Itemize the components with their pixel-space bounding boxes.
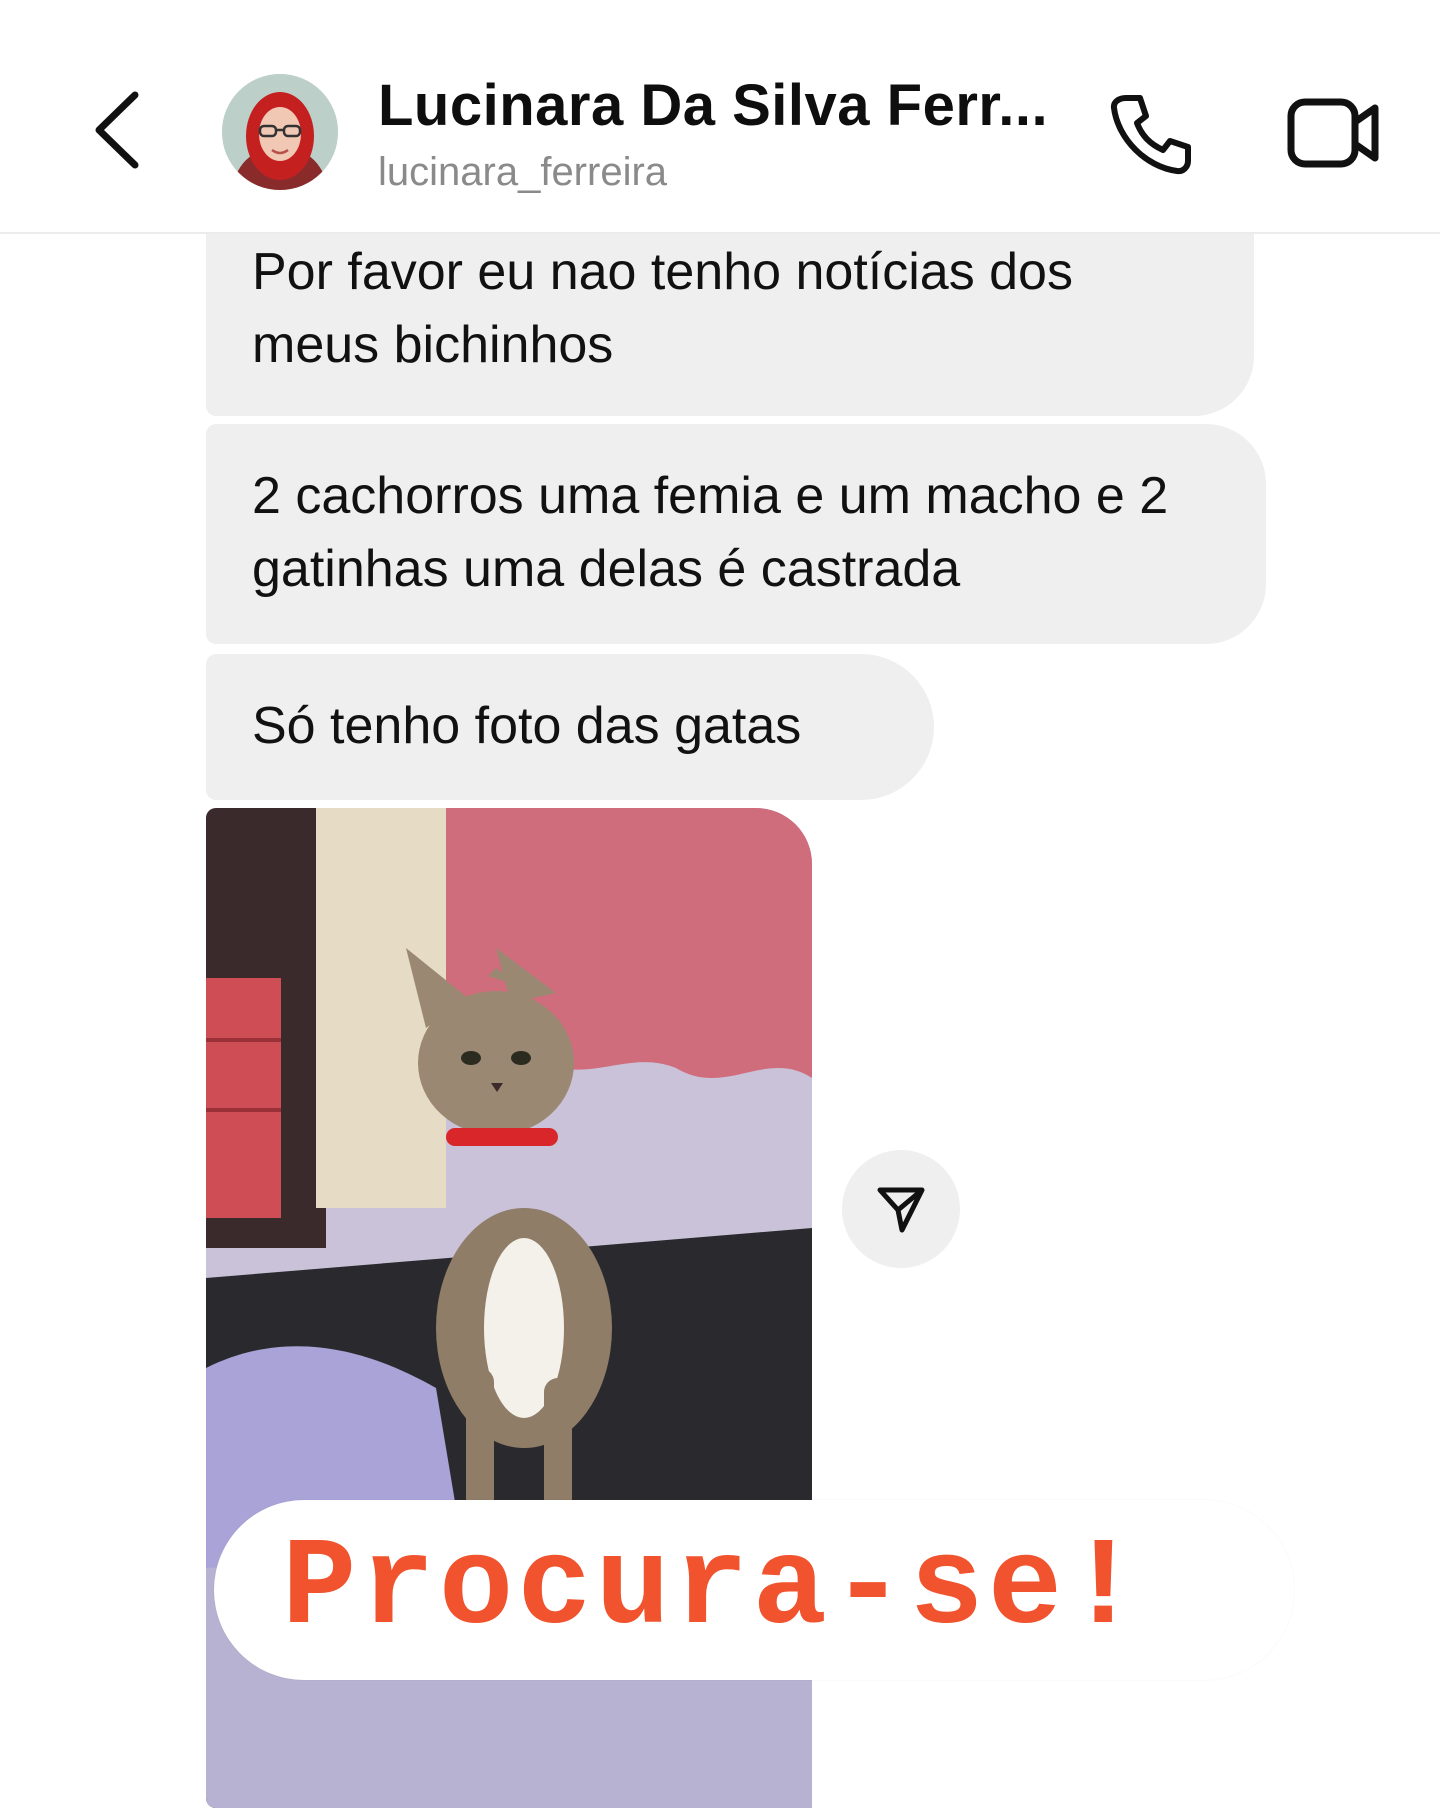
contact-name[interactable]: Lucinara Da Silva Ferr... <box>378 72 1048 139</box>
send-icon <box>877 1187 925 1233</box>
video-camera-icon <box>1287 98 1379 168</box>
message-text: Por favor eu nao tenho notícias dos meus… <box>252 243 1073 374</box>
call-button[interactable] <box>1106 88 1196 178</box>
message-bubble[interactable]: 2 cachorros uma femia e um macho e 2 gat… <box>206 424 1266 644</box>
share-button[interactable] <box>842 1150 960 1268</box>
back-button[interactable] <box>85 85 155 175</box>
contact-username: lucinara_ferreira <box>378 150 668 194</box>
avatar-image <box>222 74 338 190</box>
message-text: 2 cachorros uma femia e um macho e 2 gat… <box>252 467 1169 598</box>
phone-icon <box>1110 95 1191 175</box>
message-bubble[interactable]: Só tenho foto das gatas <box>206 654 934 800</box>
chat-header: Lucinara Da Silva Ferr... lucinara_ferre… <box>0 0 1440 234</box>
sticker-text: Procura-se! <box>282 1520 1145 1660</box>
chevron-left-icon <box>95 91 139 169</box>
avatar[interactable] <box>222 74 338 190</box>
text-sticker: Procura-se! <box>214 1500 1294 1680</box>
message-bubble[interactable]: Por favor eu nao tenho notícias dos meus… <box>206 234 1254 416</box>
video-call-button[interactable] <box>1285 88 1385 178</box>
message-text: Só tenho foto das gatas <box>252 697 802 755</box>
